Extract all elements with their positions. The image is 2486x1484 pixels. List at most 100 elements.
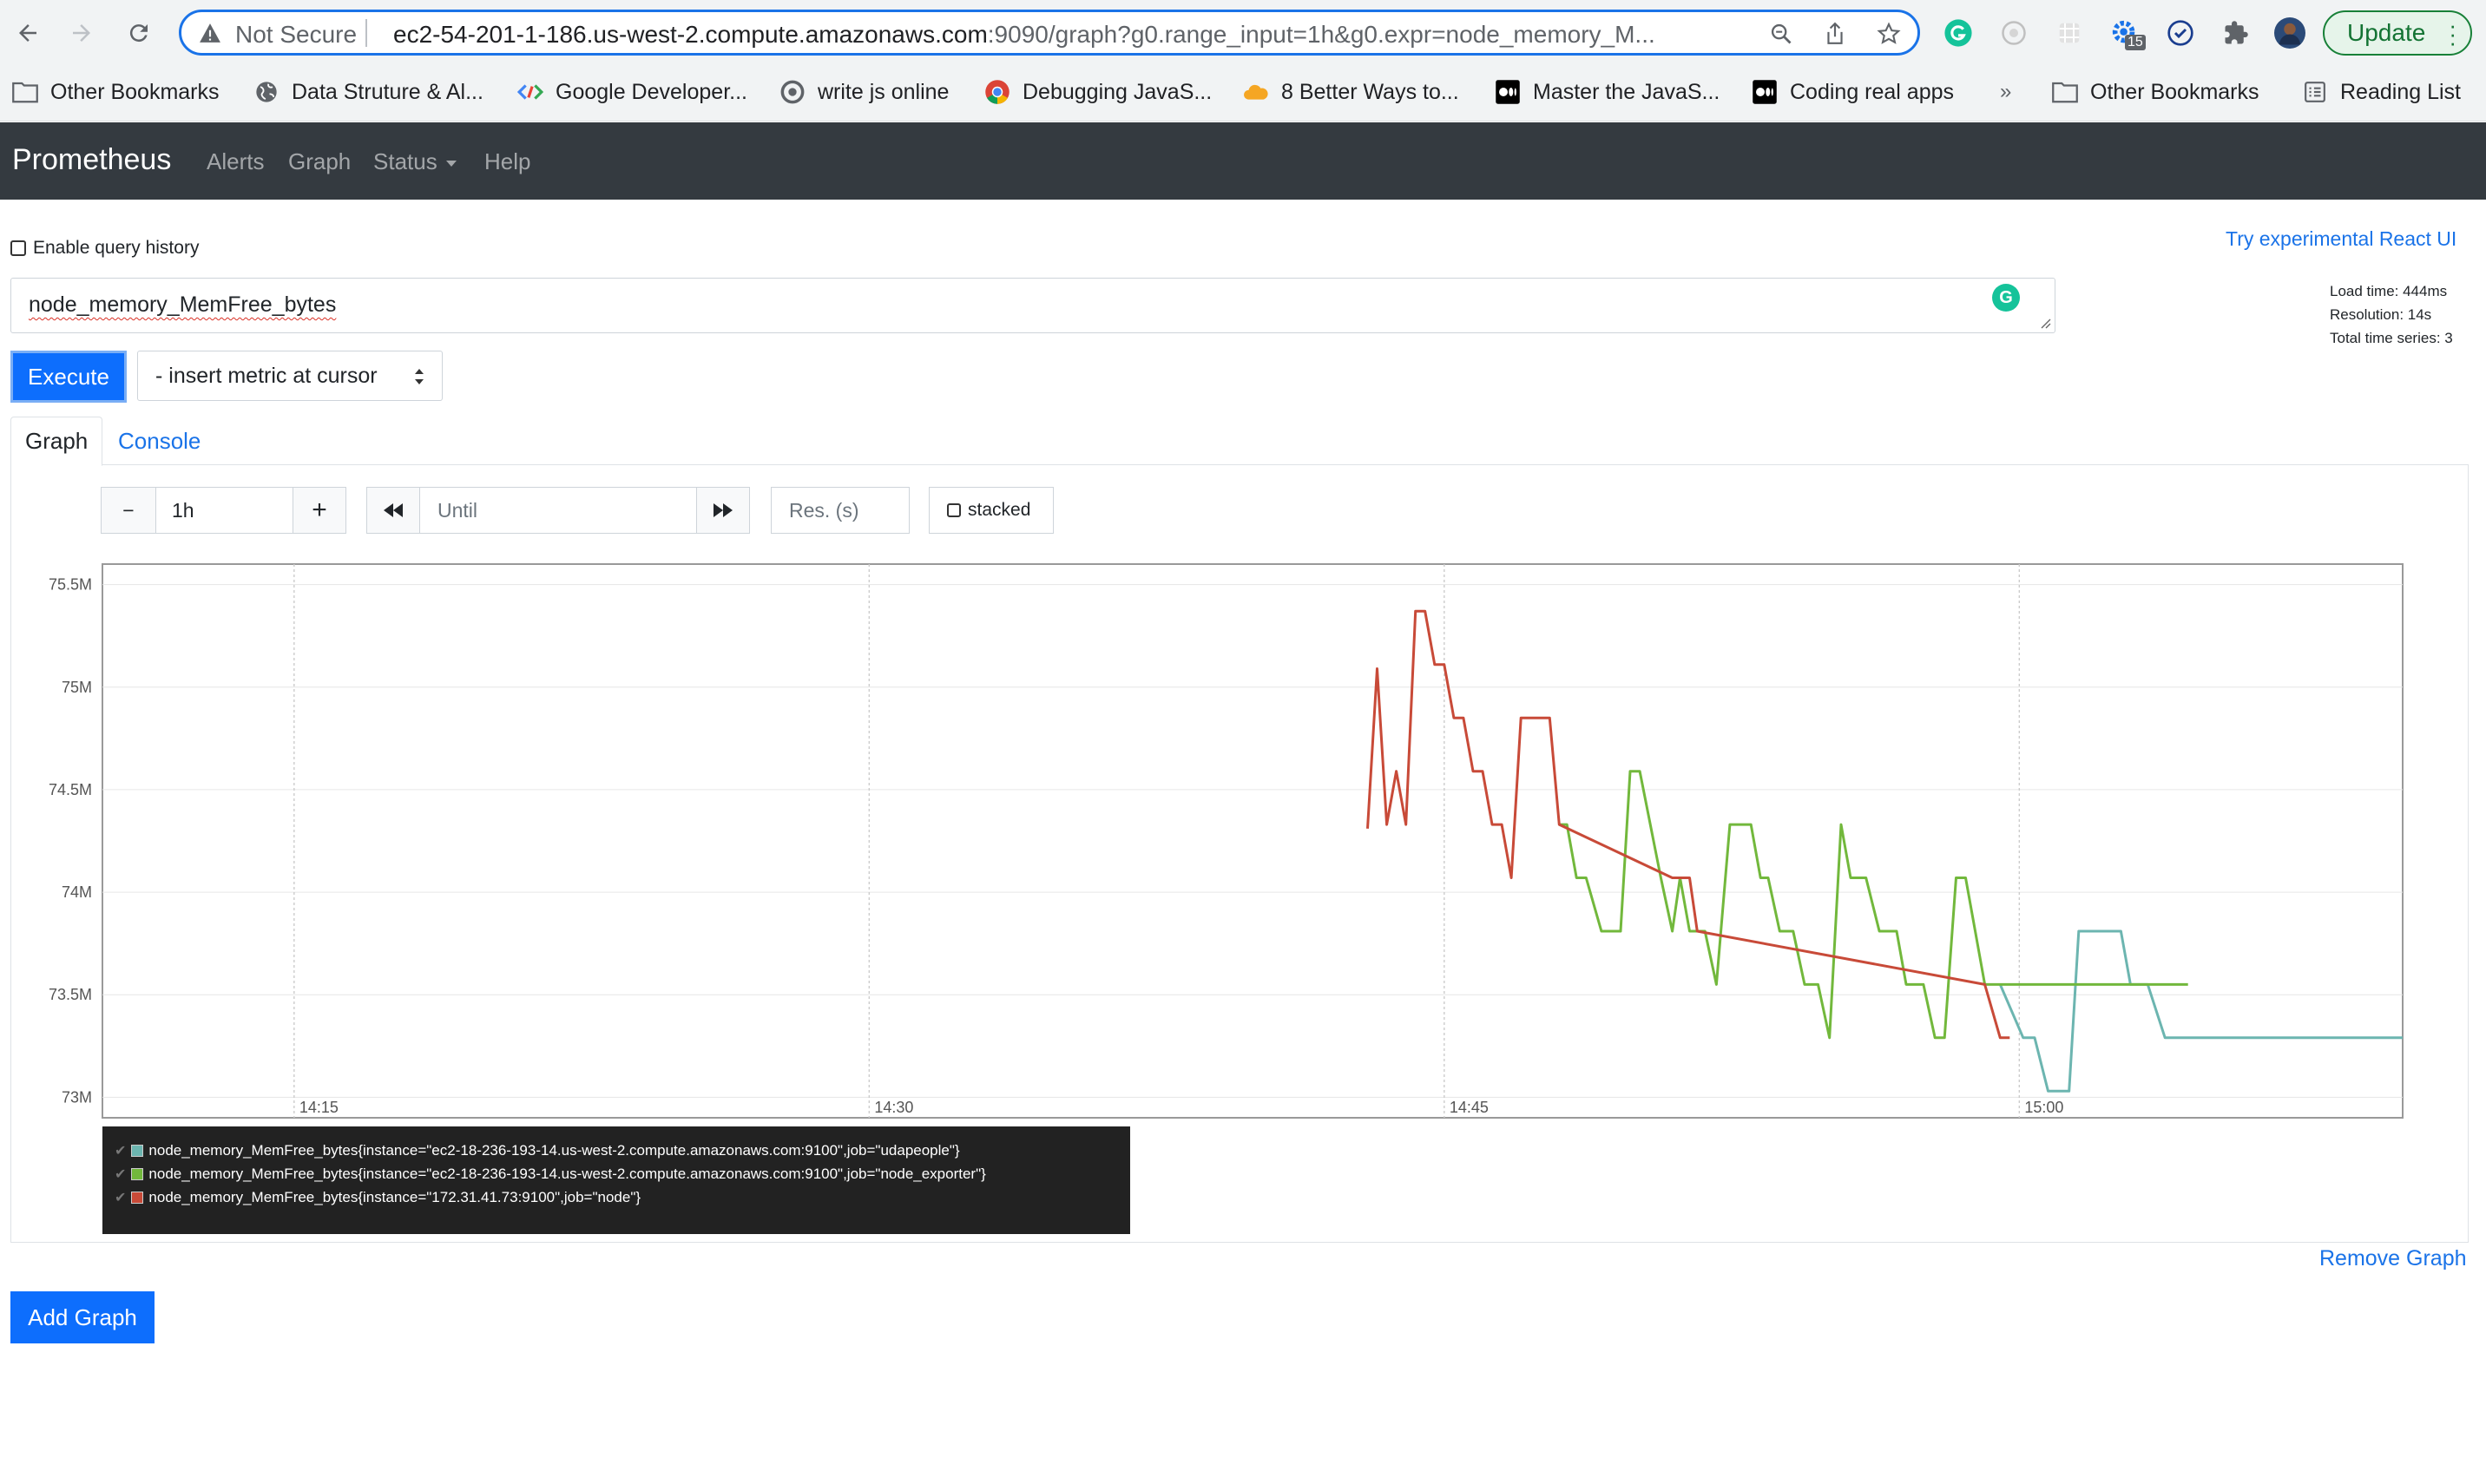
stacked-toggle[interactable]: stacked <box>929 487 1054 534</box>
url-host: ec2-54-201-1-186.us-west-2.compute.amazo… <box>393 21 988 48</box>
legend-swatch <box>131 1191 144 1204</box>
y-tick-label: 75M <box>62 679 92 696</box>
medium-icon <box>1752 79 1778 105</box>
extensions-puzzle-icon[interactable] <box>2219 16 2253 50</box>
range-increase-button[interactable]: + <box>293 487 346 534</box>
x-tick-label: 14:15 <box>299 1099 339 1116</box>
query-history-label: Enable query history <box>33 238 200 258</box>
bookmarks-overflow-chevron[interactable]: » <box>2000 73 2011 111</box>
resolution: Resolution: 14s <box>2330 306 2432 323</box>
nav-help[interactable]: Help <box>484 148 530 175</box>
expression-text: node_memory_MemFree_bytes <box>29 292 337 317</box>
check-icon: ✔ <box>115 1166 127 1182</box>
puzzle-grid-extension-icon[interactable] <box>2052 16 2087 50</box>
grammarly-icon[interactable]: G <box>1992 284 2020 312</box>
memfree-line-chart[interactable]: 73M 73.5M 74M 74.5M 75M 75.5M 14:15 14:30 14:45 1… <box>17 555 2413 1128</box>
range-decrease-button[interactable]: − <box>101 487 156 534</box>
bookmark-item[interactable]: Google Developer... <box>517 73 747 111</box>
legend-item[interactable]: ✔ node_memory_MemFree_bytes{instance="ec2… <box>115 1162 1130 1185</box>
folder-icon <box>12 79 38 105</box>
nav-status[interactable]: Status <box>373 148 457 175</box>
check-icon: ✔ <box>115 1143 127 1159</box>
gear-extension-icon[interactable]: 15 <box>2108 16 2146 50</box>
bookmark-item[interactable]: 8 Better Ways to... <box>1243 73 1459 111</box>
legend-swatch <box>131 1167 144 1180</box>
query-stats: Load time: 444ms Resolution: 14s Total t… <box>2330 279 2453 350</box>
url-text[interactable]: ec2-54-201-1-186.us-west-2.compute.amazo… <box>393 21 1655 49</box>
reading-list[interactable]: Reading List <box>2302 73 2461 111</box>
rewind-icon <box>384 503 403 517</box>
back-arrow-icon[interactable] <box>10 16 45 50</box>
remove-graph-link[interactable]: Remove Graph <box>2319 1246 2467 1271</box>
load-time: Load time: 444ms <box>2330 283 2448 299</box>
update-label: Update <box>2347 19 2426 46</box>
browser-chrome: Not Secure ec2-54-201-1-186.us-west-2.co… <box>0 0 2486 121</box>
caret-down-icon <box>445 160 457 167</box>
check-circle-extension-icon[interactable] <box>2163 16 2198 50</box>
until-input[interactable]: Until <box>419 487 697 534</box>
reading-list-icon <box>2302 79 2328 105</box>
check-icon: ✔ <box>115 1190 127 1205</box>
query-history-checkbox[interactable] <box>10 240 26 256</box>
expression-input[interactable]: node_memory_MemFree_bytes G <box>10 278 2055 333</box>
legend-swatch <box>131 1144 144 1157</box>
bookmark-item[interactable]: Debugging JavaS... <box>984 73 1212 111</box>
x-tick-label: 15:00 <box>2024 1099 2063 1116</box>
bookmark-item[interactable]: Coding real apps <box>1752 73 1954 111</box>
nav-graph[interactable]: Graph <box>288 148 351 175</box>
y-tick-label: 74.5M <box>49 781 92 798</box>
extension-badge: 15 <box>2125 35 2146 50</box>
menu-kebab-icon: · · · <box>2449 12 2456 56</box>
resize-grip-icon[interactable] <box>2039 317 2051 329</box>
globe-icon <box>253 79 280 105</box>
reload-icon[interactable] <box>122 16 156 50</box>
security-status[interactable]: Not Secure <box>235 21 357 49</box>
legend-item[interactable]: ✔ node_memory_MemFree_bytes{instance="ec2… <box>115 1139 1130 1162</box>
y-tick-label: 75.5M <box>49 576 92 594</box>
x-tick-label: 14:45 <box>1450 1099 1489 1116</box>
bookmark-item[interactable]: Other Bookmarks <box>12 73 220 111</box>
tab-graph[interactable]: Graph <box>10 417 103 466</box>
range-input[interactable]: 1h <box>155 487 293 534</box>
bookmark-item[interactable]: write js online <box>779 73 949 111</box>
profile-avatar-icon[interactable] <box>2272 16 2307 50</box>
insert-metric-select[interactable]: - insert metric at cursor <box>137 351 443 401</box>
forward-arrow-icon[interactable] <box>64 16 99 50</box>
timer-extension-icon[interactable] <box>1996 16 2031 50</box>
react-ui-link[interactable]: Try experimental React UI <box>2226 227 2456 251</box>
execute-button[interactable]: Execute <box>10 351 127 403</box>
rewind-button[interactable] <box>366 487 420 534</box>
bookmarks-bar: Other Bookmarks Data Struture & Al... Go… <box>0 73 2486 111</box>
grammarly-extension-icon[interactable] <box>1941 16 1976 50</box>
prometheus-navbar: Prometheus Alerts Graph Status Help <box>0 122 2486 200</box>
zoom-magnifier-icon[interactable] <box>1766 19 1796 49</box>
cloud-icon <box>1243 79 1269 105</box>
site-icon <box>779 79 806 105</box>
url-path: :9090/graph?g0.range_input=1h&g0.expr=no… <box>987 21 1655 48</box>
total-time-series: Total time series: 3 <box>2330 330 2453 346</box>
address-bar[interactable]: Not Secure ec2-54-201-1-186.us-west-2.co… <box>179 10 1920 56</box>
chart-legend: ✔ node_memory_MemFree_bytes{instance="ec2… <box>102 1126 1130 1234</box>
medium-icon <box>1495 79 1521 105</box>
y-tick-label: 73M <box>62 1088 92 1106</box>
share-icon[interactable] <box>1820 19 1850 49</box>
tab-console[interactable]: Console <box>104 417 214 466</box>
google-developers-icon <box>517 79 543 105</box>
folder-icon <box>2052 79 2078 105</box>
stacked-checkbox[interactable] <box>947 503 961 517</box>
bookmark-item[interactable]: Master the JavaS... <box>1495 73 1720 111</box>
bookmark-item[interactable]: Data Struture & Al... <box>253 73 483 111</box>
resolution-input[interactable]: Res. (s) <box>771 487 910 534</box>
brand-logo-text[interactable]: Prometheus <box>12 143 171 177</box>
update-button[interactable]: Update · · · <box>2323 10 2472 56</box>
fast-forward-icon <box>714 503 733 517</box>
bookmark-star-icon[interactable] <box>1874 19 1904 49</box>
y-tick-label: 73.5M <box>49 986 92 1003</box>
warning-triangle-icon[interactable] <box>199 23 221 43</box>
fast-forward-button[interactable] <box>696 487 750 534</box>
nav-alerts[interactable]: Alerts <box>207 148 264 175</box>
other-bookmarks[interactable]: Other Bookmarks <box>2052 73 2259 111</box>
legend-item[interactable]: ✔ node_memory_MemFree_bytes{instance="172… <box>115 1185 1130 1209</box>
add-graph-button[interactable]: Add Graph <box>10 1291 155 1343</box>
address-separator <box>365 19 367 47</box>
